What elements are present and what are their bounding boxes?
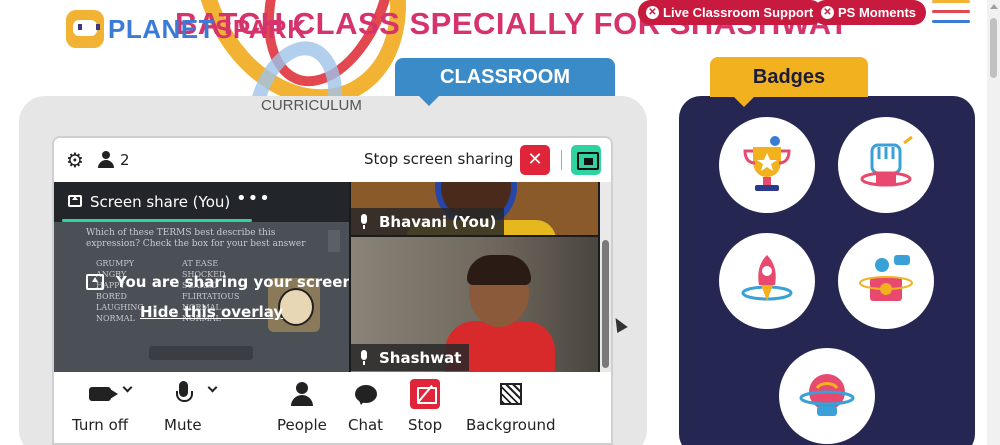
mute-button[interactable]: Mute xyxy=(164,372,202,434)
microphone-icon xyxy=(359,213,369,230)
idea-laptop-icon xyxy=(859,255,913,301)
video-stage: Screen share (You) ••• Which of these TE… xyxy=(54,182,611,372)
curriculum-label[interactable]: CURRICULUM xyxy=(261,97,362,114)
logo-text: PLANETSPARK xyxy=(108,14,307,45)
more-options-icon[interactable]: ••• xyxy=(236,188,271,209)
person-hair xyxy=(467,255,531,285)
fist-badge-icon[interactable] xyxy=(838,117,934,213)
chevron-down-icon[interactable] xyxy=(207,382,218,393)
turn-off-camera-button[interactable]: Turn off xyxy=(72,372,128,434)
planetspark-logo[interactable]: PLANETSPARK xyxy=(66,10,307,48)
turn-off-label: Turn off xyxy=(72,416,129,434)
sharing-overlay-text: You are sharing your screen xyxy=(116,273,349,291)
participants-icon[interactable] xyxy=(98,151,114,169)
brain-icon xyxy=(799,374,855,416)
chat-icon xyxy=(354,385,377,405)
trophy-badge-icon[interactable] xyxy=(719,117,815,213)
stop-screen-sharing-button[interactable]: ✕ xyxy=(520,145,550,175)
option-item: LAUGHING xyxy=(96,303,144,312)
ps-moments-label: PS Moments xyxy=(838,5,917,20)
hide-overlay-link[interactable]: Hide this overlay xyxy=(140,303,283,321)
screen-share-icon xyxy=(68,195,82,207)
background-label: Background xyxy=(466,416,556,434)
mute-label: Mute xyxy=(164,416,202,434)
page-scrollbar[interactable] xyxy=(987,0,1000,445)
trophy-icon xyxy=(743,136,791,191)
background-icon xyxy=(499,383,522,405)
option-item: FLIRTATIOUS xyxy=(182,292,240,301)
divider xyxy=(561,150,562,170)
stop-share-icon xyxy=(410,379,441,409)
participant-name-bar: Bhavani (You) xyxy=(351,208,505,235)
menu-hamburger-icon[interactable] xyxy=(932,0,970,30)
camera-icon xyxy=(89,387,112,401)
live-classroom-support-label: Live Classroom Support xyxy=(663,5,814,20)
classroom-tab[interactable]: CLASSROOM xyxy=(395,58,615,106)
stop-screen-sharing-label: Stop screen sharing xyxy=(364,150,514,168)
gallery-scrollbar[interactable] xyxy=(600,182,611,372)
stop-label: Stop xyxy=(408,416,443,434)
screen-share-title: Screen share (You) xyxy=(90,193,231,211)
option-item: BORED xyxy=(96,292,127,301)
video-call-window: ⚙ 2 Stop screen sharing ✕ Screen share (… xyxy=(52,136,613,445)
document-scrollbar xyxy=(328,230,340,252)
people-label: People xyxy=(277,416,327,434)
shared-document-options: GRUMPY ANGRY HAPPY BORED LAUGHING NORMAL xyxy=(96,258,144,324)
gear-icon[interactable]: ⚙ xyxy=(66,150,84,170)
live-classroom-support-button[interactable]: ✕ Live Classroom Support xyxy=(638,0,824,25)
badges-tab[interactable]: Badges xyxy=(710,57,868,107)
picture-in-picture-icon[interactable] xyxy=(571,145,601,175)
logo-text-spark: SPARK xyxy=(215,13,307,44)
screen-share-icon xyxy=(86,274,104,290)
participant-name: Bhavani (You) xyxy=(379,212,497,231)
participant-name-bar: Shashwat xyxy=(351,344,470,371)
participant-count: 2 xyxy=(120,151,130,169)
idea-laptop-badge-icon[interactable] xyxy=(838,233,934,329)
scrollbar-thumb[interactable] xyxy=(990,18,997,78)
menu-line xyxy=(932,10,970,13)
option-item: AT EASE xyxy=(182,259,219,268)
close-circle-icon: ✕ xyxy=(821,6,834,19)
rocket-badge-icon[interactable] xyxy=(719,233,815,329)
scrollbar-thumb[interactable] xyxy=(602,240,609,368)
logo-text-planet: PLANET xyxy=(108,13,215,44)
microphone-icon xyxy=(175,381,193,407)
scroll-up-arrow-icon[interactable] xyxy=(990,4,998,9)
stop-share-button[interactable]: Stop xyxy=(408,372,442,434)
shared-document-question: Which of these TERMS best describe this … xyxy=(86,228,306,249)
menu-line xyxy=(932,20,970,23)
people-button[interactable]: People xyxy=(277,372,327,434)
call-top-bar: ⚙ 2 Stop screen sharing ✕ xyxy=(54,138,611,182)
fist-icon xyxy=(860,135,913,187)
microphone-icon xyxy=(359,349,369,366)
chat-button[interactable]: Chat xyxy=(348,372,383,434)
screen-share-header: Screen share (You) ••• xyxy=(54,182,349,222)
rocket-icon xyxy=(741,255,793,301)
option-item: GRUMPY xyxy=(96,259,135,268)
participant-name: Shashwat xyxy=(379,348,462,367)
ps-moments-button[interactable]: ✕ PS Moments xyxy=(813,0,927,25)
robot-logo-icon xyxy=(66,10,104,48)
page: BATCH CLASS SPECIALLY FOR SHASHWAT PLANE… xyxy=(0,0,1000,445)
background-button[interactable]: Background xyxy=(466,372,556,434)
close-circle-icon: ✕ xyxy=(646,6,659,19)
screen-share-tile[interactable]: Screen share (You) ••• Which of these TE… xyxy=(54,182,349,372)
option-item: NORMAL xyxy=(96,314,135,323)
call-control-bar: Turn off Mute People Chat Stop Backgroun… xyxy=(54,372,611,443)
menu-line xyxy=(932,0,970,3)
brain-badge-icon[interactable] xyxy=(779,348,875,444)
document-page-toolbar xyxy=(149,346,253,360)
chat-label: Chat xyxy=(348,416,384,434)
people-icon xyxy=(290,382,313,406)
